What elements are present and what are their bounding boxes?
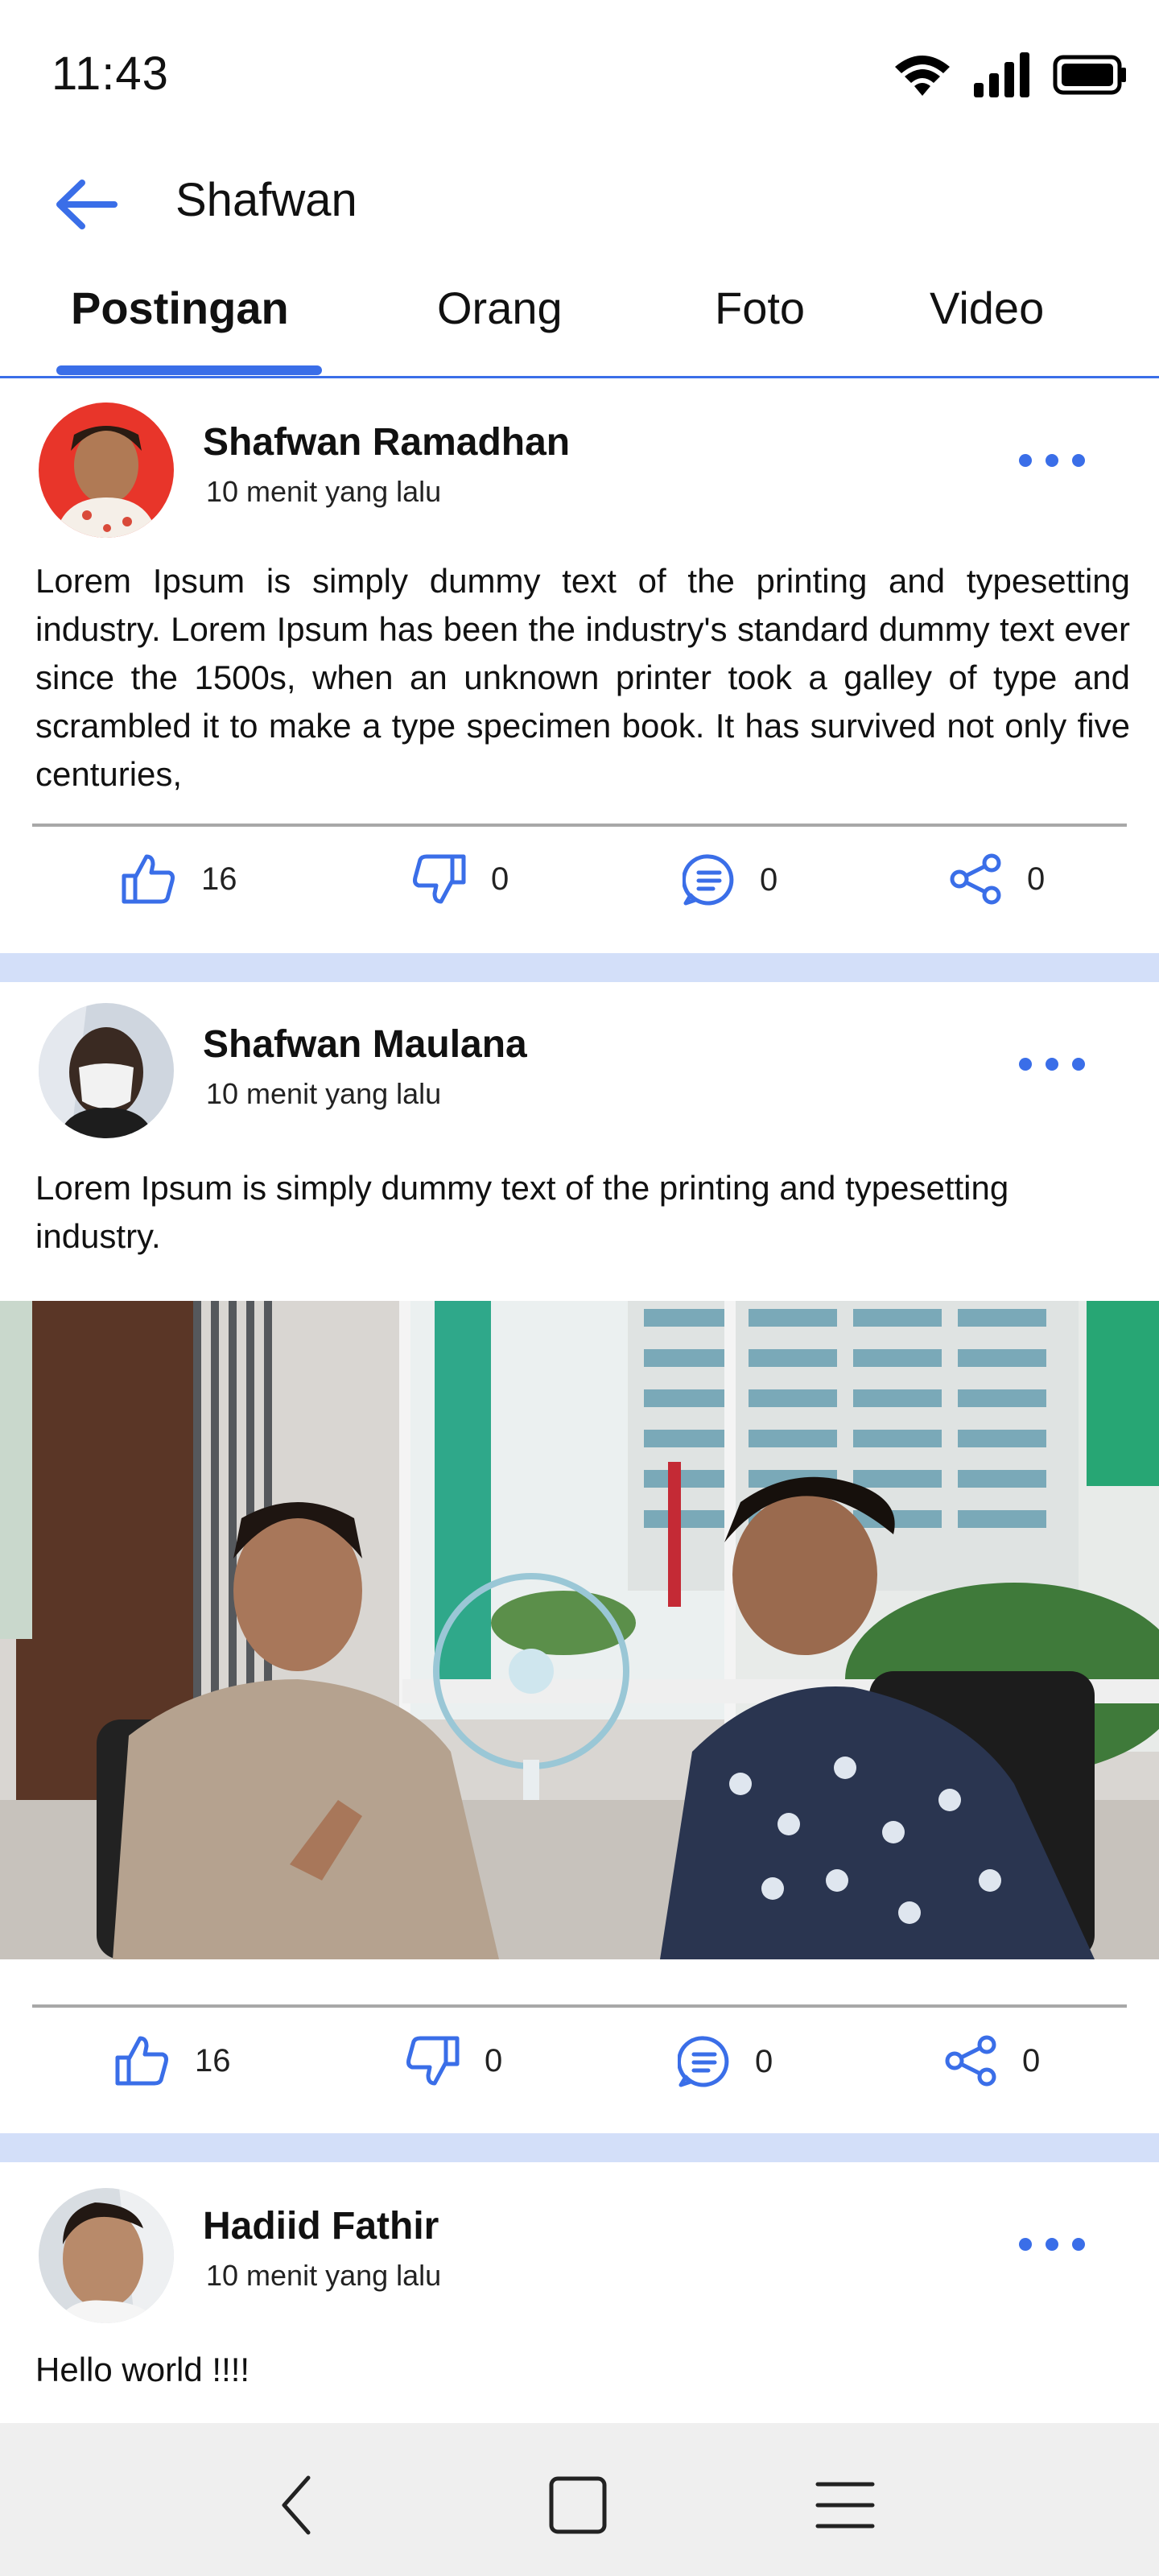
more-options-button[interactable] xyxy=(1008,436,1096,485)
post-actions: 16 0 0 0 xyxy=(0,853,1159,934)
more-dot-icon xyxy=(1019,454,1032,467)
tab-orang[interactable]: Orang xyxy=(437,282,563,334)
post-time: 10 menit yang lalu xyxy=(206,2259,442,2292)
signal-icon xyxy=(974,52,1029,97)
share-icon xyxy=(945,2035,996,2087)
like-count: 16 xyxy=(201,861,237,897)
post-time: 10 menit yang lalu xyxy=(206,475,442,508)
more-dot-icon xyxy=(1046,1058,1058,1071)
thumbs-up-icon xyxy=(115,2036,168,2086)
post-time: 10 menit yang lalu xyxy=(206,1077,442,1110)
more-dot-icon xyxy=(1072,1058,1085,1071)
like-count: 16 xyxy=(195,2042,231,2079)
more-dot-icon xyxy=(1019,2238,1032,2251)
thumbs-down-icon xyxy=(406,2036,460,2086)
tab-foto[interactable]: Foto xyxy=(715,282,805,334)
more-dot-icon xyxy=(1072,454,1085,467)
comment-button[interactable]: 0 xyxy=(678,2035,773,2088)
app-bar: Shafwan xyxy=(0,153,1159,258)
more-options-button[interactable] xyxy=(1008,2220,1096,2268)
dislike-count: 0 xyxy=(491,861,509,897)
post-card: Shafwan Ramadhan 10 menit yang lalu Lore… xyxy=(0,378,1159,954)
back-nav-icon xyxy=(282,2475,311,2535)
status-time: 11:43 xyxy=(52,47,169,100)
nav-recents-button[interactable] xyxy=(805,2465,885,2545)
post-divider xyxy=(32,824,1127,827)
comment-icon xyxy=(683,854,734,906)
post-author[interactable]: Shafwan Maulana xyxy=(203,1022,527,1067)
share-button[interactable]: 0 xyxy=(945,2035,1040,2087)
tab-bar: Postingan Orang Foto Video xyxy=(0,258,1159,378)
comment-icon xyxy=(678,2036,729,2087)
post-author[interactable]: Shafwan Ramadhan xyxy=(203,420,570,464)
nav-home-button[interactable] xyxy=(538,2465,618,2545)
back-button[interactable] xyxy=(45,164,126,245)
comment-count: 0 xyxy=(755,2043,773,2079)
dislike-button[interactable]: 0 xyxy=(401,2035,502,2087)
post-photo[interactable] xyxy=(0,1301,1159,1959)
post-text: Lorem Ipsum is simply dummy text of the … xyxy=(35,562,1130,793)
more-dot-icon xyxy=(1072,2238,1085,2251)
share-icon xyxy=(950,853,1001,905)
post-divider xyxy=(32,2004,1127,2008)
status-icons xyxy=(892,47,1127,103)
like-button[interactable]: 16 xyxy=(121,853,237,905)
avatar[interactable] xyxy=(39,402,174,538)
thumbs-down-icon xyxy=(413,854,466,904)
system-nav-bar xyxy=(0,2423,1159,2576)
post-separator xyxy=(0,953,1159,982)
post-separator xyxy=(0,2133,1159,2162)
comment-count: 0 xyxy=(760,861,778,898)
post-actions: 16 0 0 0 xyxy=(0,2035,1159,2116)
more-dot-icon xyxy=(1046,2238,1058,2251)
like-button[interactable]: 16 xyxy=(114,2035,231,2087)
tab-postingan[interactable]: Postingan xyxy=(71,282,289,334)
battery-icon xyxy=(1053,55,1126,95)
search-query-title[interactable]: Shafwan xyxy=(175,167,357,233)
active-tab-indicator xyxy=(56,365,322,375)
status-bar: 11:43 xyxy=(0,0,1159,153)
menu-lines-icon xyxy=(815,2482,875,2529)
share-count: 0 xyxy=(1022,2042,1041,2079)
share-button[interactable]: 0 xyxy=(950,853,1045,905)
arrow-left-icon xyxy=(56,180,118,229)
avatar[interactable] xyxy=(39,2188,174,2323)
thumbs-up-icon xyxy=(122,854,175,904)
comment-button[interactable]: 0 xyxy=(683,853,777,906)
share-count: 0 xyxy=(1027,861,1046,897)
dislike-button[interactable]: 0 xyxy=(407,853,509,905)
more-dot-icon xyxy=(1046,454,1058,467)
tab-video[interactable]: Video xyxy=(930,282,1044,334)
dislike-count: 0 xyxy=(485,2042,503,2079)
home-square-icon xyxy=(549,2476,607,2534)
nav-back-button[interactable] xyxy=(256,2465,336,2545)
post-text: Hello world !!!! xyxy=(35,2351,250,2388)
post-card: Hadiid Fathir 10 menit yang lalu Hello w… xyxy=(0,2162,1159,2423)
post-card: Shafwan Maulana 10 menit yang lalu Lorem… xyxy=(0,982,1159,2133)
post-text: Lorem Ipsum is simply dummy text of the … xyxy=(35,1169,1009,1255)
more-options-button[interactable] xyxy=(1008,1040,1096,1088)
wifi-icon xyxy=(895,56,950,96)
more-dot-icon xyxy=(1019,1058,1032,1071)
avatar[interactable] xyxy=(39,1003,174,1138)
post-author[interactable]: Hadiid Fathir xyxy=(203,2204,439,2248)
